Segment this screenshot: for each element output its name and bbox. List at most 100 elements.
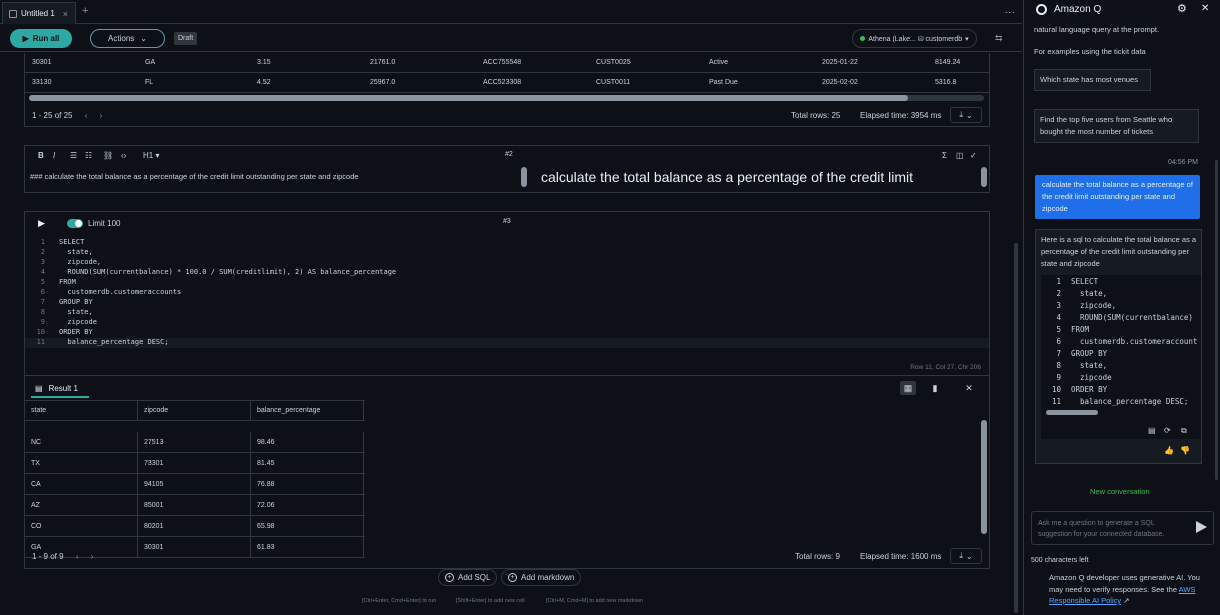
limit-toggle[interactable]: [67, 219, 83, 228]
amazon-q-logo-icon: [1036, 4, 1047, 15]
amazon-q-panel: Amazon Q ⚙ ✕ natural language query at t…: [1023, 0, 1220, 615]
table-row: 30301 GA 3.15 21761.0 ACC755548 CUST0025…: [25, 53, 989, 73]
scrollbar[interactable]: [981, 167, 987, 187]
check-icon[interactable]: ✓: [970, 151, 977, 160]
suggestion-button[interactable]: Which state has most venues: [1034, 69, 1151, 91]
next-page-icon[interactable]: ›: [100, 111, 103, 120]
cell-1-results: 30301 GA 3.15 21761.0 ACC755548 CUST0025…: [24, 53, 990, 127]
markdown-heading: calculate the total balance as a percent…: [541, 169, 913, 185]
sql-editor[interactable]: 1 SELECT 2 state, 3 zipcode, 4 ROUND(SUM(…: [25, 238, 989, 354]
plus-icon: +: [508, 573, 517, 582]
new-conversation-button[interactable]: New conversation: [1090, 487, 1150, 496]
table-cell: AZ: [25, 495, 138, 515]
table-view-icon[interactable]: ▦: [900, 381, 916, 395]
cursor-position: Row 11, Col 27, Chr 206: [910, 364, 981, 371]
table-cell: 4.52: [257, 79, 271, 86]
tab-untitled-1[interactable]: Untitled 1 ×: [2, 2, 76, 24]
scrollbar[interactable]: [521, 167, 527, 187]
copy-icon[interactable]: ⧉: [1181, 426, 1187, 436]
bullet-list-icon[interactable]: ☰: [70, 151, 77, 160]
code-line: 2 state,: [1056, 289, 1108, 298]
column-header[interactable]: balance_percentage: [251, 401, 364, 420]
code-line: 6 customerdb.customeraccount: [1056, 337, 1198, 346]
table-cell: 2025-01-22: [822, 59, 858, 66]
italic-button[interactable]: I: [53, 151, 55, 160]
table-cell: GA: [145, 59, 156, 66]
table-cell: 30301: [32, 59, 52, 66]
download-button[interactable]: ⤓ ⌄: [950, 107, 982, 123]
download-icon: ⤓: [959, 110, 963, 119]
close-result-icon[interactable]: ✕: [961, 381, 977, 395]
assistant-response: Here is a sql to calculate the total bal…: [1035, 229, 1202, 464]
table-cell: NC: [25, 432, 138, 452]
pagination-label: 1 - 25 of 25: [32, 111, 73, 120]
download-button[interactable]: ⤓ ⌄: [950, 548, 982, 564]
insert-into-notebook-icon[interactable]: ▤: [1148, 426, 1156, 435]
prev-page-icon[interactable]: ‹: [85, 111, 88, 120]
heading-dropdown[interactable]: H1 ▾: [143, 151, 159, 160]
table-header: state zipcode balance_percentage: [25, 400, 365, 421]
add-markdown-button[interactable]: + Add markdown: [501, 569, 582, 586]
result-panel: ▤ Result 1 ▦ ▮ ✕ state zipcode balance_p…: [25, 375, 989, 569]
prev-page-icon[interactable]: ‹: [76, 552, 79, 561]
total-rows: Total rows: 9: [795, 552, 840, 561]
table-row: 33130 FL 4.52 25967.0 ACC523308 CUST0011…: [25, 73, 989, 93]
add-sql-button[interactable]: + Add SQL: [438, 569, 498, 586]
code-icon[interactable]: ‹›: [121, 151, 126, 160]
markdown-preview: calculate the total balance as a percent…: [515, 164, 991, 192]
vertical-scrollbar[interactable]: [1014, 243, 1018, 613]
split-view-icon[interactable]: ◫: [956, 151, 964, 160]
q-title: Amazon Q: [1054, 4, 1102, 15]
elapsed-time: Elapsed time: 1600 ms: [860, 552, 942, 561]
chevron-down-icon: ⌄: [140, 34, 147, 43]
q-prompt-input[interactable]: Ask me a question to generate a SQL sugg…: [1031, 511, 1214, 545]
q-examples-label: For examples using the tickit data: [1034, 47, 1146, 56]
refresh-icon[interactable]: ⟳: [1164, 426, 1171, 435]
next-page-icon[interactable]: ›: [91, 552, 94, 561]
code-line: 9 zipcode: [1056, 373, 1112, 382]
more-options-icon[interactable]: ...: [1005, 5, 1016, 15]
code-line: 11 balance_percentage DESC;: [1051, 397, 1189, 406]
cell-3-sql[interactable]: ▶ Limit 100 #3 1 SELECT 2 state, 3 zipcod…: [24, 211, 990, 569]
thumbs-down-icon[interactable]: 👎: [1180, 446, 1190, 455]
response-code-block: 1 SELECT 2 state, 3 zipcode, 4 ROUND(SUM(…: [1041, 275, 1201, 439]
user-message: calculate the total balance as a percent…: [1035, 175, 1200, 219]
connection-status-icon: [860, 36, 866, 41]
horizontal-scrollbar[interactable]: [29, 95, 984, 101]
run-cell-icon[interactable]: ▶: [38, 218, 45, 229]
sigma-icon[interactable]: Σ: [942, 151, 947, 160]
markdown-source[interactable]: ### calculate the total balance as a per…: [30, 172, 359, 181]
draft-badge: Draft: [174, 32, 198, 45]
actions-dropdown[interactable]: Actions ⌄: [90, 29, 165, 48]
gear-icon[interactable]: ⚙: [1177, 2, 1187, 15]
column-header[interactable]: zipcode: [138, 401, 251, 420]
numbered-list-icon[interactable]: ☷: [85, 151, 92, 160]
shortcut-hint: [Shift+Enter] to add new cell: [456, 598, 525, 604]
column-header[interactable]: state: [25, 401, 138, 420]
result-tab[interactable]: ▤ Result 1: [31, 380, 89, 398]
suggestion-button[interactable]: Find the top five users from Seattle who…: [1034, 109, 1199, 143]
bold-button[interactable]: B: [38, 151, 44, 160]
code-line: 10 ORDER BY: [1051, 385, 1108, 394]
horizontal-scrollbar[interactable]: [1046, 410, 1098, 415]
code-line: 8 state,: [1056, 361, 1108, 370]
run-all-button[interactable]: ▶ Run all: [10, 29, 72, 48]
result-tab-label: Result 1: [48, 383, 78, 393]
thumbs-up-icon[interactable]: 👍: [1164, 446, 1174, 455]
table-row: TX 73301 81.45: [25, 453, 365, 474]
collapse-panel-icon[interactable]: ⇆: [995, 33, 1003, 44]
vertical-scrollbar[interactable]: [981, 420, 987, 534]
response-text: Here is a sql to calculate the total bal…: [1041, 235, 1197, 268]
chart-view-icon[interactable]: ▮: [927, 381, 943, 395]
link-icon[interactable]: ⛓: [103, 151, 113, 160]
cell-2-markdown[interactable]: B I ☰ ☷ ⛓ ‹› H1 ▾ #2 Σ ◫ ✓ ### calculate…: [24, 145, 990, 193]
vertical-scrollbar[interactable]: [1215, 160, 1218, 480]
notebook-icon: [9, 9, 17, 18]
close-icon[interactable]: ✕: [1201, 3, 1209, 14]
new-tab-button[interactable]: +: [82, 5, 88, 17]
send-icon[interactable]: [1196, 521, 1207, 533]
pagination-label: 1 - 9 of 9: [32, 552, 64, 561]
database-selector[interactable]: Athena (Lake... ⛁ customerdb ▾: [852, 29, 977, 48]
close-tab-icon[interactable]: ×: [63, 9, 68, 19]
add-sql-label: Add SQL: [458, 573, 491, 582]
